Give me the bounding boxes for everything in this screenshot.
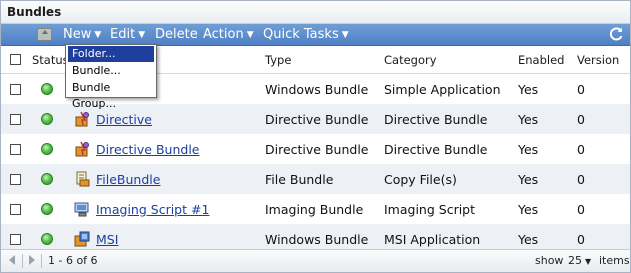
new-label: New [63, 27, 92, 42]
folder-up-icon[interactable] [37, 28, 52, 41]
action-label: Action [203, 27, 244, 42]
bundle-category: Directive Bundle [384, 141, 488, 157]
table-row[interactable]: Directive Bundle Directive Bundle Direct… [1, 134, 630, 164]
bundle-name-link[interactable]: Directive [96, 112, 152, 127]
bundle-type: Imaging Bundle [265, 201, 364, 217]
bundle-version: 0 [577, 111, 585, 127]
delete-button[interactable]: Delete [155, 24, 198, 45]
page-size-select[interactable]: 25 ▼ [568, 250, 591, 273]
pager-separator [22, 254, 23, 268]
bundle-category: Directive Bundle [384, 111, 488, 127]
row-checkbox[interactable] [10, 113, 21, 125]
page-range: 1 - 6 of 6 [48, 254, 98, 267]
column-category[interactable]: Category [384, 46, 437, 73]
bundle-category: Simple Application [384, 81, 501, 97]
pager-footer: 1 - 6 of 6 show 25 ▼ items [1, 249, 630, 272]
menu-item-bundle-group[interactable]: Bundle Group... [68, 80, 154, 110]
next-page-icon[interactable] [29, 255, 35, 265]
column-status[interactable]: Status [32, 46, 69, 73]
file-bundle-icon [74, 171, 90, 187]
directive-bundle-icon [74, 111, 90, 127]
chevron-down-icon: ▼ [341, 30, 349, 40]
bundles-panel: Bundles New ▼ Edit ▼ Delete Action ▼ Quick … [0, 0, 631, 273]
column-version[interactable]: Version [577, 46, 619, 73]
bundle-name-link[interactable]: FileBundle [96, 172, 160, 187]
page-size-value: 25 [568, 254, 582, 267]
row-checkbox[interactable] [10, 83, 21, 95]
chevron-down-icon: ▼ [246, 30, 254, 40]
menu-item-bundle[interactable]: Bundle... [68, 63, 154, 79]
bundle-version: 0 [577, 171, 585, 187]
bundle-enabled: Yes [518, 81, 539, 97]
bundle-type: Windows Bundle [265, 81, 369, 97]
bundle-enabled: Yes [518, 141, 539, 157]
toolbar: New ▼ Edit ▼ Delete Action ▼ Quick Tasks ▼ [1, 24, 630, 46]
edit-label: Edit [110, 27, 136, 42]
row-checkbox[interactable] [10, 203, 21, 215]
bundle-type: File Bundle [265, 171, 334, 187]
bundle-name-link[interactable]: MSI [96, 232, 118, 247]
table-row[interactable]: Imaging Script #1 Imaging Bundle Imaging… [1, 194, 630, 224]
status-ok-icon [41, 143, 53, 155]
items-label: items [599, 254, 630, 267]
bundle-type: Directive Bundle [265, 141, 369, 157]
table-row[interactable]: FileBundle File Bundle Copy File(s) Yes … [1, 164, 630, 194]
status-ok-icon [41, 203, 53, 215]
column-type[interactable]: Type [265, 46, 291, 73]
row-checkbox[interactable] [10, 233, 21, 245]
refresh-icon[interactable] [608, 26, 624, 42]
chevron-down-icon: ▼ [585, 257, 592, 266]
panel-title: Bundles [1, 1, 630, 24]
action-menu-button[interactable]: Action ▼ [203, 24, 254, 45]
bundle-type: Directive Bundle [265, 111, 369, 127]
imaging-bundle-icon [74, 201, 90, 217]
chevron-down-icon: ▼ [94, 30, 102, 40]
bundle-enabled: Yes [518, 111, 539, 127]
status-ok-icon [41, 83, 53, 95]
select-all-checkbox[interactable] [10, 54, 21, 65]
quick-tasks-menu-button[interactable]: Quick Tasks ▼ [263, 24, 349, 45]
previous-page-icon[interactable] [9, 255, 15, 265]
bundle-version: 0 [577, 141, 585, 157]
status-ok-icon [41, 113, 53, 125]
bundle-category: Copy File(s) [384, 171, 457, 187]
new-menu-button[interactable]: New ▼ [63, 24, 101, 45]
msi-bundle-icon [74, 231, 90, 247]
new-dropdown-menu: Folder... Bundle... Bundle Group... [65, 44, 157, 110]
column-enabled[interactable]: Enabled [518, 46, 564, 73]
edit-menu-button[interactable]: Edit ▼ [110, 24, 145, 45]
menu-item-folder[interactable]: Folder... [68, 46, 154, 62]
pager-separator [41, 254, 42, 268]
bundle-enabled: Yes [518, 171, 539, 187]
bundle-category: Imaging Script [384, 201, 476, 217]
status-ok-icon [41, 173, 53, 185]
chevron-down-icon: ▼ [138, 30, 146, 40]
row-checkbox[interactable] [10, 173, 21, 185]
directive-bundle-icon [74, 141, 90, 157]
bundle-name-link[interactable]: Imaging Script #1 [96, 202, 209, 217]
bundle-version: 0 [577, 81, 585, 97]
show-label: show [535, 254, 564, 267]
quick-tasks-label: Quick Tasks [263, 27, 339, 42]
bundle-version: 0 [577, 201, 585, 217]
row-checkbox[interactable] [10, 143, 21, 155]
status-ok-icon [41, 233, 53, 245]
bundle-name-link[interactable]: Directive Bundle [96, 142, 199, 157]
bundle-enabled: Yes [518, 201, 539, 217]
